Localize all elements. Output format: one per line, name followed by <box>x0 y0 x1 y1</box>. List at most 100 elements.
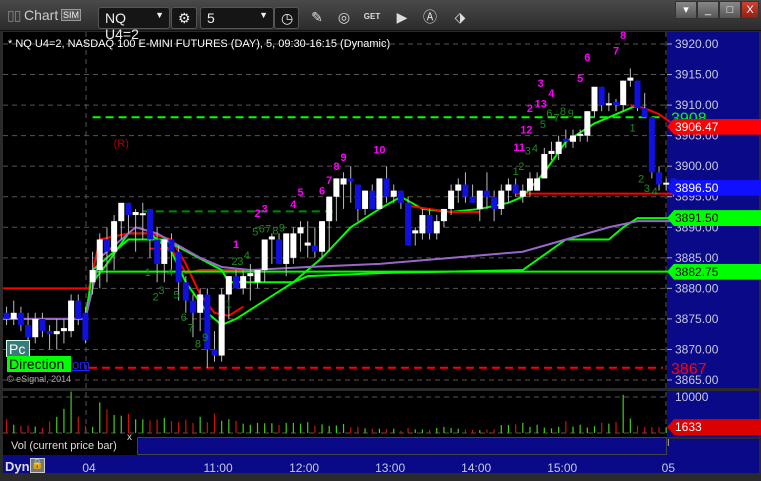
td-count-label: 6 <box>546 108 552 120</box>
candle <box>139 213 146 216</box>
candle <box>577 133 584 136</box>
candle <box>111 221 118 252</box>
td-count-label: 10 <box>373 145 385 157</box>
td-count-label: 8 <box>333 161 339 173</box>
candle <box>161 239 168 264</box>
candle <box>225 276 232 295</box>
candle <box>491 196 498 209</box>
y-tick-label: 3880.00 <box>675 281 719 295</box>
candle <box>562 138 569 142</box>
play-icon[interactable]: ▶ <box>393 8 411 26</box>
candle <box>240 276 247 289</box>
candle <box>218 294 225 356</box>
candle <box>254 270 261 283</box>
td-count-label: 4 <box>290 199 297 211</box>
candle <box>68 300 75 332</box>
direction-label[interactable]: Direction <box>7 356 71 372</box>
candle <box>362 190 369 209</box>
chart-icon: ▯▯ <box>7 7 21 23</box>
candle <box>304 242 311 246</box>
td-count-label: 13 <box>535 98 547 110</box>
close-icon[interactable]: X <box>741 1 759 19</box>
candle <box>211 349 218 356</box>
window-menu-button[interactable]: ▾ <box>675 1 697 19</box>
get-icon[interactable]: GET <box>363 8 381 26</box>
td-count-label: 3 <box>525 145 531 157</box>
candle <box>311 245 318 252</box>
td-count-label: 6 <box>259 223 265 235</box>
candle <box>548 150 555 154</box>
candle <box>182 282 189 301</box>
maximize-icon[interactable]: □ <box>719 1 741 19</box>
candle <box>426 215 433 234</box>
td-count-label: 12 <box>520 125 532 137</box>
price-axis[interactable] <box>667 32 759 388</box>
candle <box>96 239 103 271</box>
candle <box>32 318 39 338</box>
candle <box>620 80 627 106</box>
x-tick-label: 04 <box>82 461 96 475</box>
x-tick-label: 13:00 <box>375 461 405 475</box>
td-count-label: 4 <box>167 267 173 279</box>
candle <box>534 178 541 191</box>
candle <box>283 233 290 264</box>
gear-icon: ⚙ <box>178 10 191 26</box>
candle <box>376 178 383 209</box>
pc-button[interactable]: Pc <box>6 340 30 357</box>
candle <box>75 300 82 319</box>
minimize-icon[interactable]: _ <box>697 1 719 19</box>
candle <box>476 190 483 209</box>
volume-pane[interactable] <box>3 391 667 437</box>
candle <box>60 328 67 332</box>
candle <box>354 184 361 209</box>
td-count-label: 9 <box>340 152 346 164</box>
copyright: © eSignal, 2014 <box>7 374 72 384</box>
y-tick-label: 3900.00 <box>675 159 719 173</box>
td-count-label: 2 <box>518 161 524 173</box>
candle <box>440 208 447 222</box>
cursor-icon[interactable]: ◎ <box>335 8 353 26</box>
candle <box>118 202 125 222</box>
candle <box>333 178 340 197</box>
y-tick-label: 3870.00 <box>675 342 719 356</box>
symbol-dropdown[interactable]: NQ U4=2 ▼ <box>98 7 170 42</box>
price-pane[interactable] <box>3 32 667 388</box>
link-icon[interactable]: ⬗ <box>451 8 469 26</box>
interval-settings-button[interactable]: ◷ <box>274 7 299 29</box>
candle <box>555 141 562 154</box>
candle <box>634 80 641 109</box>
candle <box>584 111 591 136</box>
interval-dropdown[interactable]: 5 ▼ <box>200 7 274 29</box>
td-count-label: 1 <box>145 267 151 279</box>
candle <box>605 103 612 106</box>
volume-study-label[interactable]: Vol (current price bar) <box>3 437 137 455</box>
x-tick-label: 14:00 <box>461 461 491 475</box>
remove-study-button[interactable]: x <box>127 432 132 443</box>
candle <box>663 182 670 185</box>
candle <box>390 190 397 197</box>
td-count-label: (R) <box>114 138 129 150</box>
candle <box>3 312 10 319</box>
td-count-label: 7 <box>265 223 271 235</box>
dyn-label[interactable]: Dyn <box>5 459 30 474</box>
symbol-settings-button[interactable]: ⚙ <box>171 7 197 29</box>
sim-badge[interactable]: SIM <box>61 9 82 21</box>
td-count-label: 6 <box>319 186 325 198</box>
candle <box>297 227 304 234</box>
alert-icon[interactable]: Ⓐ <box>421 8 439 26</box>
td-count-label: 4 <box>244 250 250 262</box>
candle <box>175 251 182 283</box>
td-count-label: 3 <box>158 285 164 297</box>
chevron-down-icon: ▼ <box>155 10 164 20</box>
x-tick-label: 12:00 <box>289 461 319 475</box>
app-title: Chart <box>24 7 59 23</box>
chart-canvas[interactable]: 39083867(R)12345678910111221334567812345… <box>0 0 761 481</box>
td-count-label: 3 <box>237 256 243 268</box>
td-count-label: 4 <box>548 88 555 100</box>
y-tick-label: 3920.00 <box>675 37 719 51</box>
om-link[interactable]: om <box>72 357 90 372</box>
td-count-label: 3 <box>262 203 268 215</box>
pencil-icon[interactable]: ✎ <box>308 8 326 26</box>
lock-icon[interactable]: 🔒 <box>30 458 45 473</box>
td-count-label: 5 <box>540 119 546 131</box>
